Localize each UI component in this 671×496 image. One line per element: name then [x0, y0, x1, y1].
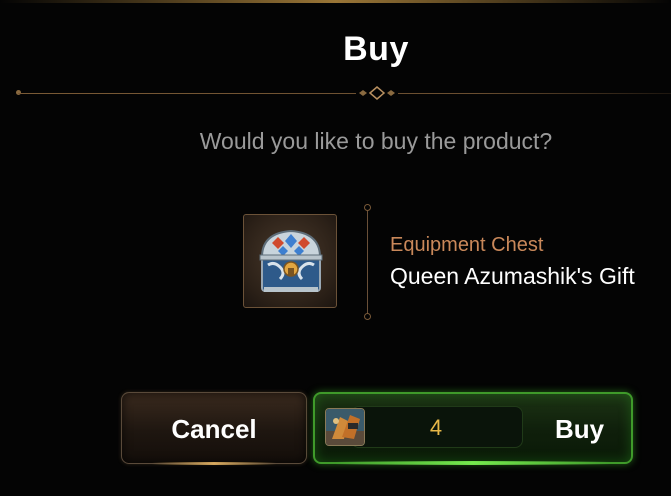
- confirm-question: Would you like to buy the product?: [199, 128, 553, 154]
- separator-bottom-dot: [364, 313, 371, 320]
- buy-button-label: Buy: [555, 414, 605, 444]
- buy-button-glow: [335, 461, 611, 465]
- dialog-title: Buy: [343, 30, 409, 68]
- buy-dialog: Buy Would you like to buy the product? E…: [0, 0, 671, 496]
- title-divider: [18, 93, 671, 94]
- price-value: 4: [429, 415, 443, 440]
- separator-top-dot: [364, 204, 371, 211]
- vertical-separator: [367, 207, 368, 317]
- cancel-button[interactable]: Cancel: [121, 392, 307, 465]
- top-border-glow: [0, 0, 671, 3]
- cancel-button-glow: [152, 462, 276, 465]
- buy-button[interactable]: 4 Buy: [313, 392, 633, 465]
- product-icon-frame: [243, 214, 337, 308]
- product-category: Equipment Chest: [390, 234, 544, 256]
- product-name: Queen Azumashik's Gift: [390, 263, 635, 289]
- chest-icon: [259, 229, 323, 292]
- cancel-button-label: Cancel: [171, 414, 257, 444]
- divider-ornament-icon: [356, 85, 398, 101]
